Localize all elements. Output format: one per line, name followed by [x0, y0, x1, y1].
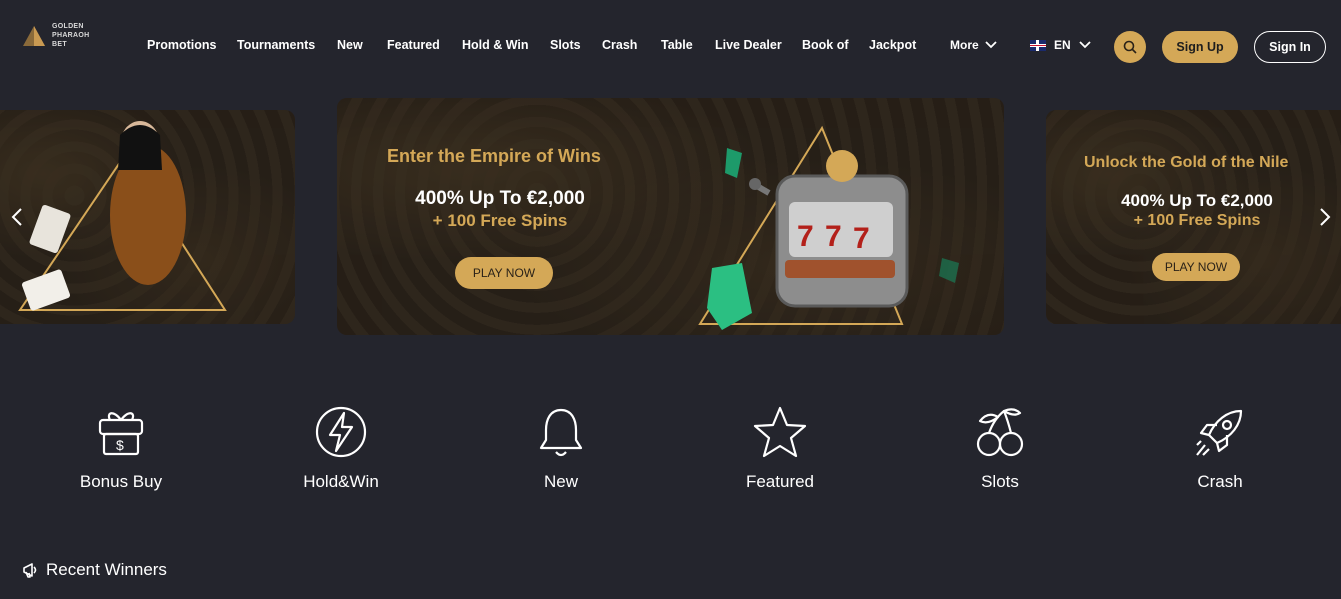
- more-menu[interactable]: More: [950, 38, 997, 52]
- banner-main-spins: + 100 Free Spins: [432, 211, 568, 230]
- category-crash[interactable]: Crash: [1150, 404, 1290, 492]
- svg-text:7: 7: [853, 222, 870, 255]
- category-label: Hold&Win: [303, 472, 379, 491]
- nav-item-tournaments[interactable]: Tournaments: [237, 38, 315, 52]
- rocket-icon: [1196, 409, 1243, 456]
- banner-main-offer: 400% Up To €2,000: [415, 188, 585, 209]
- nav-item-promotions[interactable]: Promotions: [147, 38, 216, 52]
- nav-item-book-of[interactable]: Book of: [802, 38, 849, 52]
- brand-logo[interactable]: GOLDEN PHARAOH BET: [22, 22, 106, 56]
- category-slots[interactable]: Slots: [930, 404, 1070, 492]
- banner-right-spins: + 100 Free Spins: [1133, 212, 1261, 229]
- nav-item-featured[interactable]: Featured: [387, 38, 440, 52]
- category-bonus-buy[interactable]: $ Bonus Buy: [51, 404, 191, 492]
- search-icon: [1123, 40, 1137, 54]
- banner-main-title: Enter the Empire of Wins: [387, 146, 601, 166]
- cherries-icon: [976, 408, 1024, 457]
- gift-icon: $: [98, 412, 144, 456]
- language-selector[interactable]: EN: [1030, 38, 1091, 52]
- category-label: Featured: [745, 472, 815, 491]
- nav-item-new[interactable]: New: [337, 38, 363, 52]
- banner-right-play-button[interactable]: PLAY NOW: [1152, 253, 1240, 281]
- banner-main[interactable]: Enter the Empire of Wins 400% Up To €2,0…: [337, 98, 1004, 335]
- category-label: New: [543, 472, 578, 491]
- recent-winners-label: Recent Winners: [46, 560, 167, 579]
- svg-text:7: 7: [825, 220, 842, 253]
- logo-pyramid-icon: [23, 26, 45, 46]
- nav-item-crash[interactable]: Crash: [602, 38, 637, 52]
- svg-text:$: $: [116, 437, 124, 453]
- banner-left[interactable]: [0, 110, 295, 324]
- chevron-down-icon: [985, 41, 997, 49]
- svg-text:7: 7: [797, 220, 814, 253]
- banner-right-offer: 400% Up To €2,000: [1121, 191, 1273, 210]
- language-label: EN: [1054, 38, 1071, 52]
- banner-left-artwork: [18, 121, 227, 311]
- lightning-icon: [315, 406, 367, 458]
- banner-right-title: Unlock the Gold of the Nile: [1084, 154, 1289, 171]
- megaphone-icon: [23, 563, 37, 578]
- nav-item-hold-win[interactable]: Hold & Win: [462, 38, 529, 52]
- nav-item-slots[interactable]: Slots: [550, 38, 581, 52]
- nav-item-table[interactable]: Table: [661, 38, 693, 52]
- slot-machine-artwork: 7 7 7: [698, 125, 959, 330]
- category-new[interactable]: New: [491, 404, 631, 492]
- logo-text: GOLDEN PHARAOH BET: [52, 23, 90, 48]
- star-icon: [753, 406, 807, 458]
- nav-item-live-dealer[interactable]: Live Dealer: [715, 38, 782, 52]
- search-button[interactable]: [1114, 31, 1146, 63]
- more-label: More: [950, 38, 979, 52]
- recent-winners-heading: Recent Winners: [22, 560, 167, 580]
- category-label: Crash: [1197, 472, 1243, 491]
- uk-flag-icon: [1030, 39, 1046, 51]
- sign-in-button[interactable]: Sign In: [1254, 31, 1326, 63]
- banner-main-play-button[interactable]: PLAY NOW: [455, 257, 553, 289]
- category-label: Bonus Buy: [79, 472, 163, 491]
- chevron-down-icon: [1079, 41, 1091, 49]
- chevron-right-icon[interactable]: [1318, 207, 1332, 227]
- banner-right[interactable]: Unlock the Gold of the Nile 400% Up To €…: [1046, 110, 1341, 324]
- category-featured[interactable]: Featured: [710, 404, 850, 492]
- header: GOLDEN PHARAOH BET Promotions Tournament…: [0, 0, 1341, 92]
- category-label: Slots: [981, 472, 1019, 491]
- nav-item-jackpot[interactable]: Jackpot: [869, 38, 916, 52]
- bell-icon: [539, 408, 583, 457]
- category-hold-win[interactable]: Hold&Win: [271, 404, 411, 492]
- chevron-left-icon[interactable]: [10, 207, 24, 227]
- sign-up-button[interactable]: Sign Up: [1162, 31, 1238, 63]
